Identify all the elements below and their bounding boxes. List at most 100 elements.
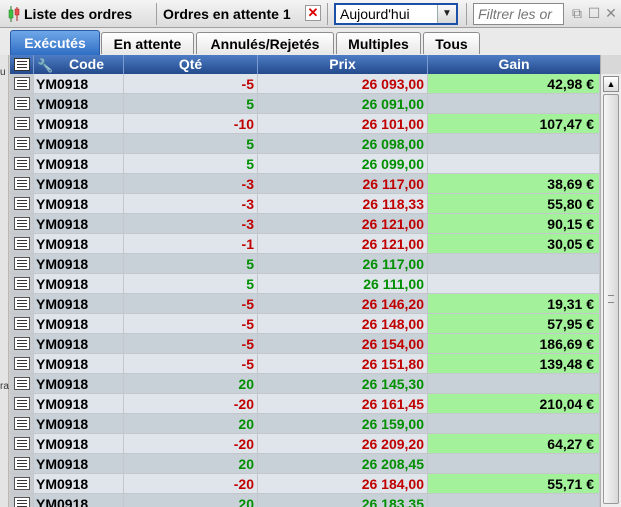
table-row[interactable]: YM0918 20 26 145,30 [10, 374, 600, 394]
column-header-gain[interactable]: Gain [428, 55, 600, 74]
table-row[interactable]: YM0918 -3 26 117,00 38,69 € [10, 174, 600, 194]
row-detail-cell[interactable] [10, 414, 34, 434]
row-detail-cell[interactable] [10, 274, 34, 294]
table-row[interactable]: YM0918 -5 26 146,20 19,31 € [10, 294, 600, 314]
order-details-icon[interactable] [14, 237, 30, 250]
table-row[interactable]: YM0918 5 26 117,00 [10, 254, 600, 274]
cell-qte: 5 [124, 254, 258, 274]
order-details-icon[interactable] [14, 197, 30, 210]
cell-qte: -20 [124, 474, 258, 494]
row-detail-cell[interactable] [10, 234, 34, 254]
column-header-prix[interactable]: Prix [258, 55, 428, 74]
row-detail-cell[interactable] [10, 314, 34, 334]
chevron-down-icon[interactable]: ▼ [437, 5, 456, 23]
vertical-scrollbar[interactable]: ▲ [600, 74, 621, 507]
order-details-icon[interactable] [14, 117, 30, 130]
order-details-icon[interactable] [14, 397, 30, 410]
table-row[interactable]: YM0918 -20 26 184,00 55,71 € [10, 474, 600, 494]
cell-qte: -5 [124, 314, 258, 334]
tab-annules-rejetes[interactable]: Annulés/Rejetés [196, 32, 334, 54]
column-header-qte[interactable]: Qté [124, 55, 258, 74]
table-row[interactable]: YM0918 -5 26 093,00 42,98 € [10, 74, 600, 94]
row-detail-cell[interactable] [10, 354, 34, 374]
order-details-icon[interactable] [14, 297, 30, 310]
pending-orders-label[interactable]: Ordres en attente 1 [163, 4, 291, 24]
column-header-code[interactable]: 🔧 Code [34, 55, 124, 74]
tab-en-attente[interactable]: En attente [101, 32, 194, 54]
order-details-icon[interactable] [14, 177, 30, 190]
table-row[interactable]: YM0918 -5 26 154,00 186,69 € [10, 334, 600, 354]
order-details-icon[interactable] [14, 357, 30, 370]
order-details-icon[interactable] [14, 97, 30, 110]
filter-input[interactable] [473, 3, 564, 25]
cell-prix: 26 183,35 [258, 494, 428, 507]
table-row[interactable]: YM0918 5 26 098,00 [10, 134, 600, 154]
cell-code: YM0918 [34, 394, 124, 414]
table-row[interactable]: YM0918 -20 26 161,45 210,04 € [10, 394, 600, 414]
row-detail-cell[interactable] [10, 254, 34, 274]
table-row[interactable]: YM0918 20 26 183,35 [10, 494, 600, 507]
table-row[interactable]: YM0918 20 26 208,45 [10, 454, 600, 474]
cell-code: YM0918 [34, 174, 124, 194]
order-details-icon[interactable] [14, 337, 30, 350]
candlestick-icon [8, 5, 20, 23]
row-detail-cell[interactable] [10, 334, 34, 354]
order-details-icon[interactable] [14, 277, 30, 290]
order-details-icon[interactable] [14, 437, 30, 450]
table-row[interactable]: YM0918 5 26 091,00 [10, 94, 600, 114]
cell-gain: 38,69 € [428, 174, 600, 194]
row-detail-cell[interactable] [10, 394, 34, 414]
close-window-icon[interactable]: ✕ [603, 4, 619, 22]
row-detail-cell[interactable] [10, 434, 34, 454]
scrollbar-thumb[interactable] [603, 94, 619, 504]
close-pending-icon[interactable]: ✕ [305, 5, 321, 21]
row-detail-cell[interactable] [10, 174, 34, 194]
table-row[interactable]: YM0918 5 26 111,00 [10, 274, 600, 294]
row-detail-cell[interactable] [10, 294, 34, 314]
table-row[interactable]: YM0918 -3 26 118,33 55,80 € [10, 194, 600, 214]
row-detail-cell[interactable] [10, 194, 34, 214]
table-row[interactable]: YM0918 20 26 159,00 [10, 414, 600, 434]
order-details-icon[interactable] [14, 377, 30, 390]
order-details-icon[interactable] [14, 157, 30, 170]
title-separator [327, 3, 328, 25]
row-detail-cell[interactable] [10, 134, 34, 154]
cell-qte: 20 [124, 374, 258, 394]
order-details-icon[interactable] [14, 317, 30, 330]
header-menu-cell[interactable] [10, 55, 34, 74]
maximize-window-icon[interactable]: ☐ [586, 4, 602, 22]
tab-executes[interactable]: Exécutés [10, 30, 100, 55]
date-filter-select[interactable]: Aujourd'hui ▼ [334, 3, 458, 25]
row-detail-cell[interactable] [10, 154, 34, 174]
scroll-up-icon[interactable]: ▲ [603, 76, 619, 92]
table-row[interactable]: YM0918 -1 26 121,00 30,05 € [10, 234, 600, 254]
row-detail-cell[interactable] [10, 74, 34, 94]
tab-multiples[interactable]: Multiples [336, 32, 421, 54]
restore-window-icon[interactable]: ⧉ [569, 4, 585, 22]
order-details-icon[interactable] [14, 77, 30, 90]
row-detail-cell[interactable] [10, 374, 34, 394]
table-row[interactable]: YM0918 -5 26 151,80 139,48 € [10, 354, 600, 374]
row-detail-cell[interactable] [10, 94, 34, 114]
table-row[interactable]: YM0918 -20 26 209,20 64,27 € [10, 434, 600, 454]
order-details-icon[interactable] [14, 497, 30, 507]
order-details-icon[interactable] [14, 457, 30, 470]
row-detail-cell[interactable] [10, 454, 34, 474]
cell-code: YM0918 [34, 274, 124, 294]
cell-gain [428, 94, 600, 114]
table-row[interactable]: YM0918 -3 26 121,00 90,15 € [10, 214, 600, 234]
row-detail-cell[interactable] [10, 114, 34, 134]
table-row[interactable]: YM0918 -5 26 148,00 57,95 € [10, 314, 600, 334]
row-detail-cell[interactable] [10, 214, 34, 234]
table-row[interactable]: YM0918 5 26 099,00 [10, 154, 600, 174]
order-details-icon[interactable] [14, 137, 30, 150]
row-detail-cell[interactable] [10, 474, 34, 494]
row-detail-cell[interactable] [10, 494, 34, 507]
order-details-icon[interactable] [14, 417, 30, 430]
order-details-icon[interactable] [14, 257, 30, 270]
table-row[interactable]: YM0918 -10 26 101,00 107,47 € [10, 114, 600, 134]
cell-code: YM0918 [34, 354, 124, 374]
order-details-icon[interactable] [14, 477, 30, 490]
order-details-icon[interactable] [14, 217, 30, 230]
tab-tous[interactable]: Tous [423, 32, 480, 54]
